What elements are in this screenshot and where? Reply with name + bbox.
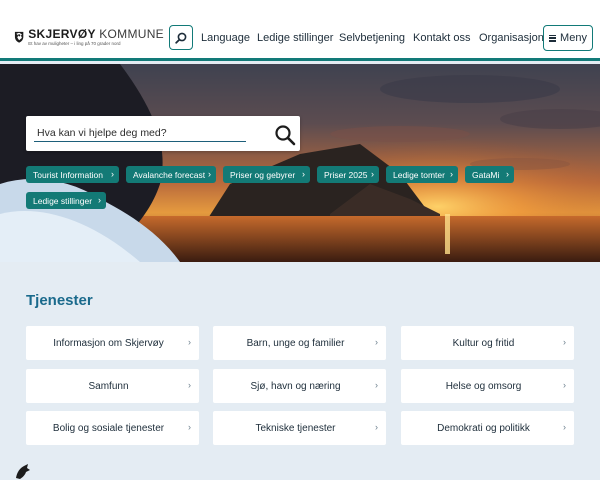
service-card-tekniske[interactable]: Tekniske tjenester › [213,411,386,445]
service-card-sjo-havn[interactable]: Sjø, havn og næring › [213,369,386,403]
quick-link-priser-2025[interactable]: Priser 2025 › [317,166,379,183]
search-icon [175,32,187,44]
service-card-label: Informasjon om Skjervøy [53,337,164,349]
hero-banner: Tourist Information› Avalanche forecast›… [0,64,600,262]
hero-background-image [0,64,600,262]
quick-link-label: Priser og gebyrer [230,169,296,180]
quick-link-label: GataMi [472,169,500,180]
chevron-right-icon: › [506,169,509,179]
chevron-right-icon: › [188,337,191,347]
quick-link-tourist-information[interactable]: Tourist Information › [26,166,119,183]
hero-search-input[interactable] [34,125,246,142]
logo-text: SKJERVØY KOMMUNE Et hav av muligheter – … [28,26,164,47]
service-card-label: Helse og omsorg [445,380,522,392]
quick-link-label: Ledige tomter [393,169,445,180]
chevron-right-icon: › [375,380,378,390]
service-card-label: Bolig og sosiale tjenester [52,422,165,434]
service-card-bolig[interactable]: Bolig og sosiale tjenester › [26,411,199,445]
quick-link-label: Ledige stillinger [33,195,93,206]
chevron-right-icon: › [375,337,378,347]
coat-of-arms-icon [14,31,24,43]
header-search-button[interactable] [169,25,193,50]
service-card-label: Kultur og fritid [452,337,515,349]
quick-link-label: Tourist Information [33,169,103,180]
chevron-right-icon: › [375,422,378,432]
service-card-label: Tekniske tjenester [255,422,336,434]
service-card-demokrati[interactable]: Demokrati og politikk › [401,411,574,445]
accessibility-icon[interactable] [14,462,32,480]
nav-item-ledige-stillinger[interactable]: Ledige stillinger [257,32,333,44]
hamburger-icon [549,34,557,42]
nav-item-kontakt-oss[interactable]: Kontakt oss [413,32,470,44]
chevron-right-icon: › [188,422,191,432]
site-header: SKJERVØY KOMMUNE Et hav av muligheter – … [0,14,600,61]
hero-search-box [26,116,300,151]
nav-item-language[interactable]: Language [201,32,250,44]
service-card-samfunn[interactable]: Samfunn › [26,369,199,403]
service-card-kultur[interactable]: Kultur og fritid › [401,326,574,360]
service-card-label: Barn, unge og familier [246,337,345,349]
logo-tagline: Et hav av muligheter – i ling på 70 grad… [28,40,121,46]
chevron-right-icon: › [450,169,453,179]
chevron-right-icon: › [563,380,566,390]
site-logo[interactable]: SKJERVØY KOMMUNE Et hav av muligheter – … [14,22,164,52]
chevron-right-icon: › [111,169,114,179]
quick-link-ledige-tomter[interactable]: Ledige tomter › [386,166,458,183]
service-card-label: Demokrati og politikk [437,422,530,434]
menu-label: Meny [560,32,587,44]
top-strip [0,0,600,14]
service-card-informasjon[interactable]: Informasjon om Skjervøy › [26,326,199,360]
quick-link-ledige-stillinger[interactable]: Ledige stillinger › [26,192,106,209]
nav-item-organisasjon[interactable]: Organisasjon [479,32,544,44]
service-card-label: Sjø, havn og næring [250,380,341,392]
chevron-right-icon: › [563,337,566,347]
chevron-right-icon: › [371,169,374,179]
quick-link-gatami[interactable]: GataMi › [465,166,514,183]
quick-link-priser-og-gebyrer[interactable]: Priser og gebyrer › [223,166,310,183]
logo-name: SKJERVØY KOMMUNE [28,26,164,41]
quick-link-label: Avalanche forecast [133,169,206,180]
logo-name-bold: SKJERVØY [28,26,96,41]
quick-link-label: Priser 2025 [324,169,368,180]
quick-link-avalanche-forecast[interactable]: Avalanche forecast › [126,166,216,183]
nav-item-selvbetjening[interactable]: Selvbetjening [339,32,405,44]
service-card-barn-unge[interactable]: Barn, unge og familier › [213,326,386,360]
chevron-right-icon: › [563,422,566,432]
service-card-helse[interactable]: Helse og omsorg › [401,369,574,403]
menu-button[interactable]: Meny [543,25,593,51]
logo-name-light: KOMMUNE [99,26,164,41]
chevron-right-icon: › [98,195,101,205]
service-card-label: Samfunn [88,380,129,392]
chevron-right-icon: › [208,169,211,179]
services-title: Tjenester [26,292,93,309]
chevron-right-icon: › [188,380,191,390]
chevron-right-icon: › [302,169,305,179]
search-icon[interactable] [274,124,296,146]
